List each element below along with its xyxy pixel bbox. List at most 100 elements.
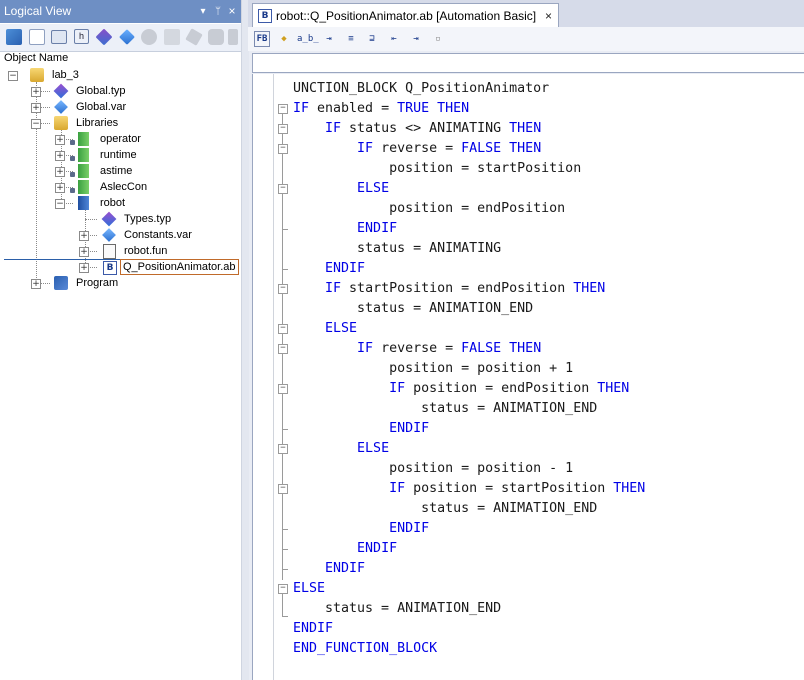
gear-icon[interactable] [141, 29, 157, 45]
tree-item-robot[interactable]: robot [100, 196, 125, 210]
fold-toggle[interactable]: − [278, 324, 288, 334]
code-line[interactable]: ELSE [293, 179, 803, 199]
code-line[interactable]: position = position - 1 [293, 459, 803, 479]
tree-item-global-typ[interactable]: Global.typ [76, 84, 126, 98]
expand-toggle[interactable]: + [79, 247, 89, 257]
expand-toggle[interactable]: + [31, 103, 41, 113]
code-line[interactable]: ENDIF [293, 619, 803, 639]
code-line[interactable]: ELSE [293, 439, 803, 459]
code-line[interactable]: ENDIF [293, 559, 803, 579]
close-pane-icon[interactable]: × [225, 0, 239, 23]
code-line[interactable]: IF status <> ANIMATING THEN [293, 119, 803, 139]
code-line[interactable]: position = endPosition [293, 199, 803, 219]
expand-toggle[interactable]: + [31, 279, 41, 289]
fold-toggle[interactable]: − [278, 384, 288, 394]
pane-dropdown-icon[interactable]: ▾ [196, 0, 210, 23]
code-line[interactable]: status = ANIMATION_END [293, 499, 803, 519]
expand-toggle[interactable]: + [55, 183, 65, 193]
monitor-icon[interactable] [51, 30, 67, 44]
code-line[interactable]: IF position = startPosition THEN [293, 479, 803, 499]
fold-toggle[interactable]: − [278, 124, 288, 134]
code-line[interactable]: IF reverse = FALSE THEN [293, 139, 803, 159]
type-icon[interactable] [95, 28, 113, 46]
h-icon[interactable]: h [74, 29, 89, 44]
fold-toggle[interactable]: − [278, 184, 288, 194]
declaration-field[interactable] [252, 53, 804, 73]
code-line[interactable]: ENDIF [293, 259, 803, 279]
close-tab-icon[interactable]: × [545, 4, 552, 28]
increase-indent-button[interactable]: ⇥ [408, 31, 424, 47]
tree-item-robot-fun[interactable]: robot.fun [124, 244, 167, 258]
code-keyword: ENDIF [325, 261, 366, 276]
doc-icon[interactable] [164, 29, 180, 45]
tree-item-global-var[interactable]: Global.var [76, 100, 126, 114]
arrow-icon[interactable] [228, 29, 238, 45]
code-line[interactable]: ELSE [293, 579, 803, 599]
code-line[interactable]: ENDIF [293, 519, 803, 539]
insert-fb-button[interactable]: FB [254, 31, 270, 47]
fold-toggle[interactable]: − [278, 104, 288, 114]
fold-toggle[interactable]: − [278, 584, 288, 594]
code-line[interactable]: UNCTION_BLOCK Q_PositionAnimator [293, 79, 803, 99]
config-icon[interactable] [208, 29, 224, 45]
code-keyword: ELSE [357, 441, 390, 456]
tree-item-operator[interactable]: operator [100, 132, 141, 146]
indent-button[interactable]: ⇥ [321, 31, 337, 47]
code-line[interactable]: status = ANIMATING [293, 239, 803, 259]
expand-toggle[interactable]: + [31, 87, 41, 97]
folder-icon [54, 116, 68, 130]
fold-toggle[interactable]: − [278, 484, 288, 494]
expand-toggle[interactable]: + [55, 135, 65, 145]
code-line[interactable]: ENDIF [293, 219, 803, 239]
insert-variable-button[interactable]: ◆ [276, 31, 292, 47]
code-line[interactable]: IF startPosition = endPosition THEN [293, 279, 803, 299]
code-line[interactable]: IF reverse = FALSE THEN [293, 339, 803, 359]
format-text-button[interactable]: a̲b̲ [297, 31, 319, 47]
logical-view-title-bar: Logical View ▾ ᛘ × [0, 0, 241, 23]
tree-item-astime[interactable]: astime [100, 164, 132, 178]
fold-toggle[interactable]: − [278, 284, 288, 294]
fold-toggle[interactable]: − [278, 344, 288, 354]
var-icon[interactable] [119, 29, 135, 45]
package-icon[interactable] [6, 29, 22, 45]
tree-item-types-typ[interactable]: Types.typ [124, 212, 171, 226]
tree-item-program[interactable]: Program [76, 276, 118, 290]
code-line[interactable]: IF position = endPosition THEN [293, 379, 803, 399]
code-line[interactable]: IF enabled = TRUE THEN [293, 99, 803, 119]
code-editor[interactable]: − − − − − − − − − − − UNCTION_BLOCK Q_Po… [252, 74, 804, 680]
code-line[interactable]: ENDIF [293, 539, 803, 559]
wrench-icon[interactable] [185, 28, 203, 46]
collapse-toggle[interactable]: − [31, 119, 41, 129]
code-line[interactable]: status = ANIMATION_END [293, 399, 803, 419]
bookmark-button[interactable]: ▫ [430, 31, 446, 47]
code-line[interactable]: position = position + 1 [293, 359, 803, 379]
fold-toggle[interactable]: − [278, 444, 288, 454]
code-text[interactable]: UNCTION_BLOCK Q_PositionAnimator IF enabl… [293, 79, 803, 659]
tree-item-lab3[interactable]: lab_3 [52, 68, 79, 82]
expand-toggle[interactable]: + [79, 263, 89, 273]
fold-toggle[interactable]: − [278, 144, 288, 154]
expand-toggle[interactable]: + [79, 231, 89, 241]
tree-item-runtime[interactable]: runtime [100, 148, 137, 162]
editor-tab[interactable]: B robot::Q_PositionAnimator.ab [Automati… [252, 3, 559, 28]
code-line[interactable]: END_FUNCTION_BLOCK [293, 639, 803, 659]
pin-icon[interactable]: ᛘ [211, 0, 225, 23]
code-line[interactable]: status = ANIMATION_END [293, 599, 803, 619]
tree-item-q-positionanimator-ab[interactable]: Q_PositionAnimator.ab [120, 259, 239, 275]
tree-item-asleccon[interactable]: AslecCon [100, 180, 147, 194]
code-line[interactable]: ELSE [293, 319, 803, 339]
code-line[interactable]: ENDIF [293, 419, 803, 439]
comment-button[interactable]: ⊒ [364, 31, 380, 47]
expand-toggle[interactable]: + [55, 151, 65, 161]
align-button[interactable]: ≡ [343, 31, 359, 47]
expand-toggle[interactable]: + [55, 167, 65, 177]
table-icon[interactable] [29, 29, 45, 45]
collapse-toggle[interactable]: − [8, 71, 18, 81]
tree-item-constants-var[interactable]: Constants.var [124, 228, 192, 242]
outdent-button[interactable]: ⇤ [386, 31, 402, 47]
code-line[interactable]: status = ANIMATION_END [293, 299, 803, 319]
collapse-toggle[interactable]: − [55, 199, 65, 209]
tree-item-libraries[interactable]: Libraries [76, 116, 118, 130]
code-line[interactable]: position = startPosition [293, 159, 803, 179]
